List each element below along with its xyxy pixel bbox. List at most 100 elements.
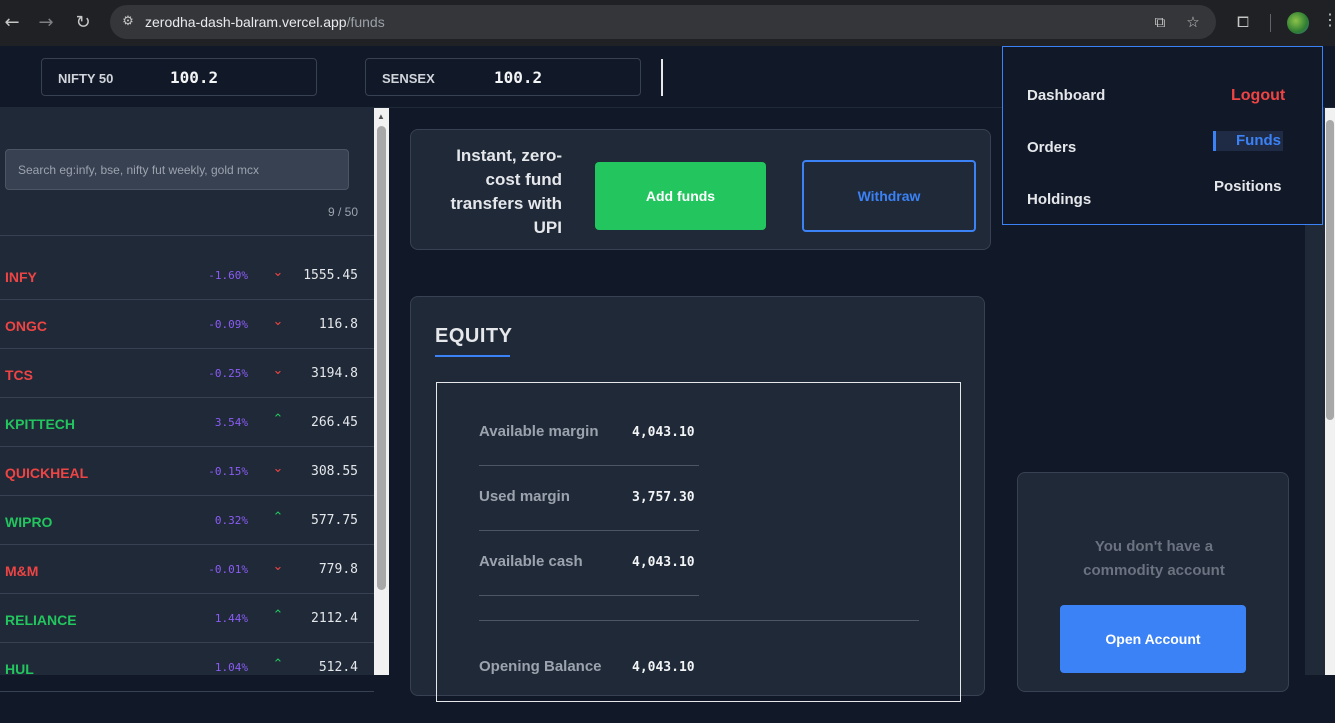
stock-change: -1.60% [208, 269, 248, 282]
stock-change: 1.04% [214, 661, 248, 674]
commodity-message: You don't have a commodity account [1083, 538, 1225, 579]
stock-price: 577.75 [311, 513, 358, 528]
stock-symbol: M&M [5, 563, 39, 579]
search-input[interactable] [6, 150, 348, 189]
stock-symbol: WIPRO [5, 514, 53, 530]
stock-symbol: KPITTECH [5, 416, 75, 432]
url-path: /funds [346, 14, 385, 30]
index-nifty: NIFTY 50 100.2 [41, 58, 317, 96]
reload-icon[interactable]: ↻ [71, 11, 95, 35]
bookmark-star-icon[interactable]: ☆ [1183, 12, 1203, 32]
stock-price: 512.4 [318, 660, 358, 675]
index-name: NIFTY 50 [58, 71, 114, 86]
install-app-icon[interactable]: ⧉ [1150, 12, 1170, 32]
url-text[interactable]: zerodha-dash-balram.vercel.app/funds [145, 14, 385, 30]
equity-row: Available margin 4,043.10 [479, 423, 699, 488]
index-sensex: SENSEX 100.2 [365, 58, 641, 96]
stock-price: 2112.4 [311, 611, 358, 626]
menu-positions[interactable]: Positions [1214, 178, 1282, 195]
chevron-down-icon: ⌄ [272, 461, 284, 476]
watchlist-row[interactable]: M&M -0.01% ⌄ 779.8 [0, 545, 374, 594]
watchlist-row[interactable]: ONGC -0.09% ⌄ 116.8 [0, 300, 374, 349]
upi-text: Instant, zero-cost fund transfers with U… [450, 146, 562, 237]
stock-price: 3194.8 [311, 366, 358, 381]
equity-label: Available margin [479, 423, 599, 440]
equity-value: 4,043.10 [632, 425, 695, 440]
site-settings-icon[interactable]: ⚙ [118, 12, 138, 32]
scroll-up-icon[interactable]: ▲ [377, 112, 385, 121]
scrollbar-thumb[interactable] [377, 126, 386, 590]
stock-symbol: ONGC [5, 318, 47, 334]
watchlist-row[interactable]: INFY -1.60% ⌄ 1555.45 [0, 251, 374, 300]
divider [479, 530, 699, 531]
logout-button[interactable]: Logout [1231, 87, 1285, 105]
chevron-up-icon: ⌃ [272, 412, 284, 427]
scrollbar-thumb[interactable] [1326, 120, 1334, 420]
toolbar-separator [1270, 14, 1271, 32]
extensions-icon[interactable]: ⧠ [1233, 12, 1253, 32]
back-arrow-icon[interactable]: ← [0, 11, 24, 35]
watchlist-count: 9 / 50 [327, 205, 358, 219]
address-bar[interactable]: ⚙ zerodha-dash-balram.vercel.app/funds ⧉… [110, 5, 1216, 39]
watchlist-row[interactable]: HUL 1.04% ⌃ 512.4 [0, 643, 374, 692]
equity-value: 4,043.10 [632, 555, 695, 570]
menu-dashboard[interactable]: Dashboard [1027, 87, 1105, 104]
divider [479, 620, 919, 621]
browser-toolbar: ← → ↻ ⚙ zerodha-dash-balram.vercel.app/f… [0, 0, 1335, 46]
divider [479, 465, 699, 466]
watchlist-scrollbar[interactable]: ▲ [374, 108, 389, 675]
menu-orders[interactable]: Orders [1027, 139, 1076, 156]
chevron-down-icon: ⌄ [272, 363, 284, 378]
profile-avatar-icon[interactable] [1287, 12, 1309, 34]
more-menu-icon[interactable]: ⋮ [1322, 10, 1335, 30]
chevron-up-icon: ⌃ [272, 510, 284, 525]
equity-label: Opening Balance [479, 658, 602, 675]
stock-change: 0.32% [214, 514, 248, 527]
equity-value: 3,757.30 [632, 490, 695, 505]
commodity-card: You don't have a commodity account Open … [1017, 472, 1289, 692]
watchlist-row[interactable]: QUICKHEAL -0.15% ⌄ 308.55 [0, 447, 374, 496]
index-name: SENSEX [382, 71, 435, 86]
stock-price: 779.8 [318, 562, 358, 577]
equity-label: Available cash [479, 553, 583, 570]
stock-change: -0.01% [208, 563, 248, 576]
watchlist-row[interactable]: WIPRO 0.32% ⌃ 577.75 [0, 496, 374, 545]
divider [479, 595, 699, 596]
watchlist-row[interactable]: KPITTECH 3.54% ⌃ 266.45 [0, 398, 374, 447]
app-root: NIFTY 50 100.2 SENSEX 100.2 9 / 50 INFY … [0, 46, 1335, 702]
chevron-up-icon: ⌃ [272, 608, 284, 623]
watchlist-row[interactable]: TCS -0.25% ⌄ 3194.8 [0, 349, 374, 398]
stock-symbol: RELIANCE [5, 612, 77, 628]
equity-card: EQUITY Available margin 4,043.10 Used ma… [410, 296, 985, 702]
stock-change: -0.25% [208, 367, 248, 380]
equity-row: Opening Balance 4,043.10 [479, 658, 699, 723]
watchlist: 9 / 50 INFY -1.60% ⌄ 1555.45 ONGC -0.09%… [0, 108, 374, 692]
stock-symbol: TCS [5, 367, 33, 383]
add-funds-button[interactable]: Add funds [595, 162, 766, 230]
chevron-down-icon: ⌄ [272, 314, 284, 329]
search-box[interactable] [5, 149, 349, 190]
equity-row: Used margin 3,757.30 [479, 488, 699, 553]
stock-price: 1555.45 [303, 268, 358, 283]
withdraw-button[interactable]: Withdraw [802, 160, 976, 232]
divider [661, 59, 663, 96]
stock-price: 116.8 [318, 317, 358, 332]
chevron-down-icon: ⌄ [272, 265, 284, 280]
stock-price: 308.55 [311, 464, 358, 479]
stock-symbol: QUICKHEAL [5, 465, 89, 481]
stock-change: -0.09% [208, 318, 248, 331]
watchlist-row[interactable]: RELIANCE 1.44% ⌃ 2112.4 [0, 594, 374, 643]
page-scrollbar[interactable] [1325, 108, 1335, 675]
menu-funds[interactable]: Funds [1213, 131, 1283, 151]
equity-box: Available margin 4,043.10 Used margin 3,… [436, 382, 961, 702]
stock-change: 3.54% [214, 416, 248, 429]
stock-symbol: INFY [5, 269, 37, 285]
nav-dropdown: Dashboard Orders Holdings Logout Funds P… [1002, 46, 1323, 225]
index-value: 100.2 [494, 68, 543, 87]
index-value: 100.2 [170, 68, 219, 87]
title-underline [435, 355, 510, 357]
stock-change: -0.15% [208, 465, 248, 478]
open-account-button[interactable]: Open Account [1060, 605, 1246, 673]
menu-holdings[interactable]: Holdings [1027, 191, 1091, 208]
forward-arrow-icon[interactable]: → [34, 11, 58, 35]
